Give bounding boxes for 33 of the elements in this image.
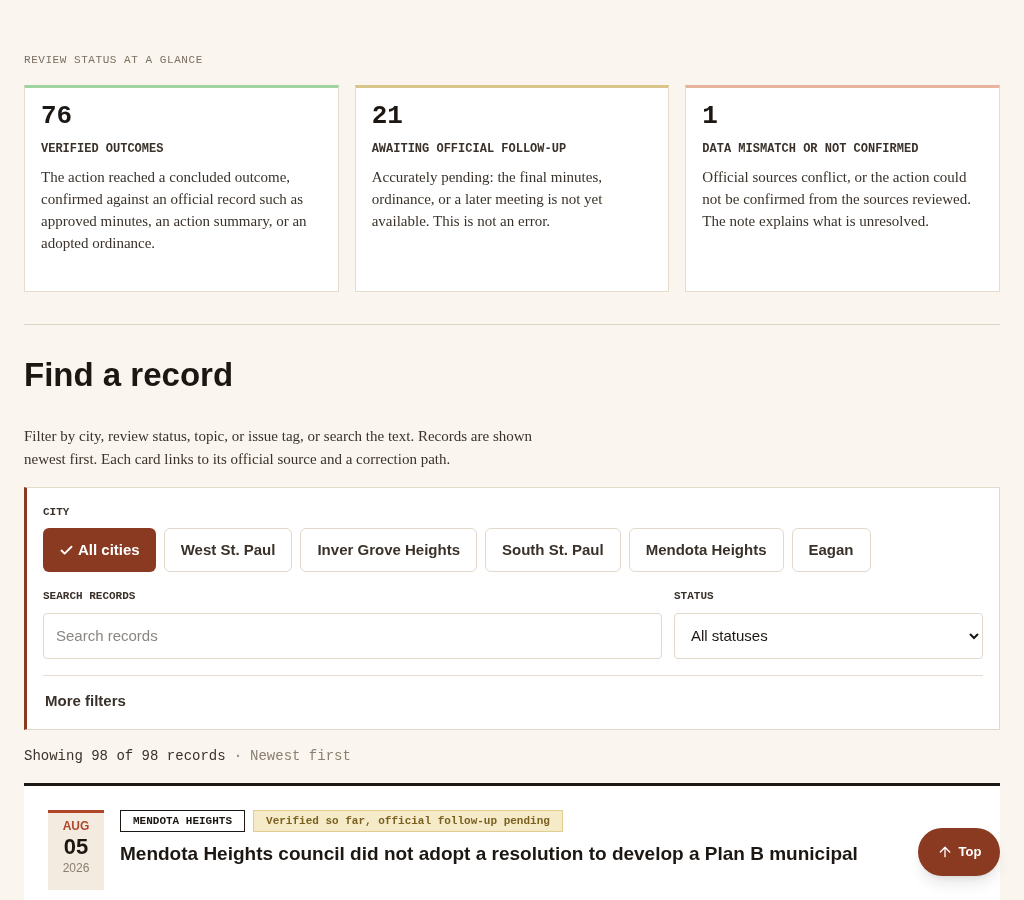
status-count: 21 [371, 99, 404, 132]
status-title: VERIFIED OUTCOMES [41, 140, 165, 158]
city-tag: MENDOTA HEIGHTS [120, 809, 246, 832]
date-day: 05 [63, 834, 89, 859]
date-month: AUG [62, 817, 90, 835]
city-chip[interactable]: Eagan [791, 528, 871, 572]
status-dropdown[interactable]: All statuses [674, 612, 983, 659]
filter-label: CITY [43, 504, 71, 520]
separator-dot: · [233, 746, 243, 766]
status-description: Accurately pending: the final minutes, ordinance, or a later meeting is not yet available. This is not an error. [371, 167, 604, 231]
city-chip[interactable]: Inver Grove Heights [300, 528, 477, 572]
status-count: 76 [41, 99, 74, 132]
status-tag: Verified so far, official follow-up pending [253, 809, 563, 832]
sort-order: Newest first [250, 746, 351, 766]
status-description: Official sources conflict, or the action could not be confirmed from the sources reviewed. The note explains what is unresolved. [702, 167, 972, 231]
section-title: Find a record [24, 354, 235, 395]
city-chip[interactable]: West St. Paul [163, 528, 293, 572]
date-year: 2026 [62, 859, 90, 877]
city-chip[interactable]: Mendota Heights [628, 528, 784, 572]
intro-text: Filter by city, review status, topic, or issue tag, or search the text. Records are shown newest first. Each card links to its official source and a correction path. [24, 426, 534, 469]
status-title: AWAITING OFFICIAL FOLLOW-UP [371, 140, 568, 158]
status-description: The action reached a concluded outcome, confirmed against an official record such as approved minutes, an action summary, or an adopted ordinance. [41, 167, 308, 253]
section-heading: REVIEW STATUS AT A GLANCE [24, 53, 204, 68]
status-title: DATA MISMATCH OR NOT CONFIRMED [702, 140, 920, 158]
record-title: Mendota Heights council did not adopt a resolution to develop a Plan B municipal [120, 842, 858, 866]
status-count: 1 [702, 99, 719, 132]
more-filters-toggle[interactable]: More filters [45, 689, 126, 712]
filter-label: SEARCH RECORDS [43, 589, 137, 604]
results-count: Showing 98 of 98 records [24, 746, 226, 766]
search-field[interactable]: Search records [43, 612, 662, 659]
city-chip[interactable]: All cities [43, 528, 156, 572]
filter-label: STATUS [674, 589, 715, 604]
city-chip[interactable]: South St. Paul [485, 528, 621, 572]
